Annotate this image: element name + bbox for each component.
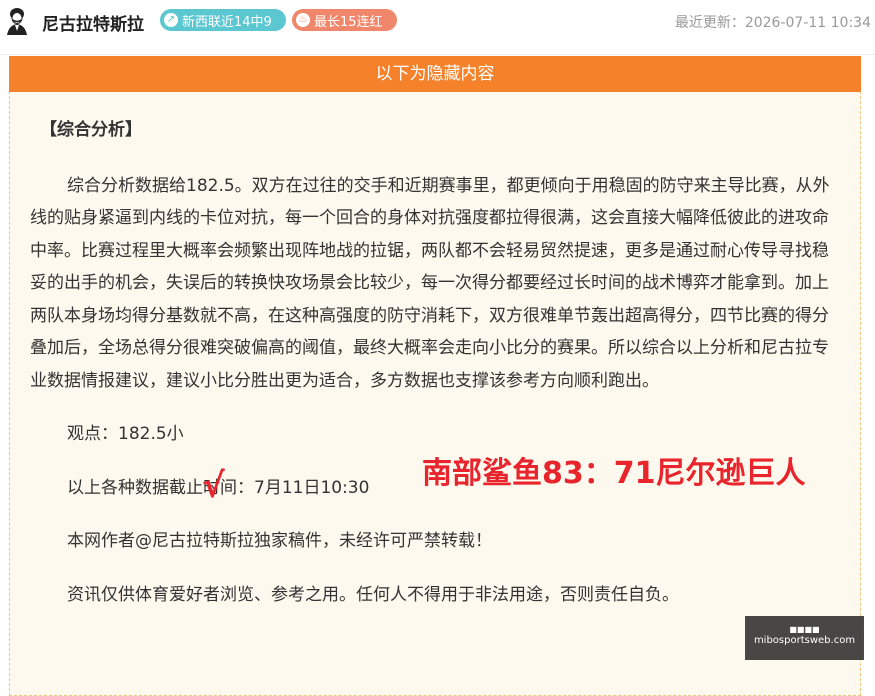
trend-up-icon: ↗ [164,13,178,27]
article-header: 尼古拉特斯拉 ↗ 新西联近14中9 ♨ 最长15连红 最近更新：2026-07-… [0,0,875,44]
disclaimer-text: 资讯仅供体育爱好者浏览、参考之用。任何人不得用于非法用途，否则责任自负。 [67,584,679,605]
watermark-line1: ■■■■ [789,625,820,634]
recent-record-text: 新西联近14中9 [182,14,272,30]
recent-record-badge: ↗ 新西联近14中9 [160,9,286,31]
flame-icon: ♨ [296,13,310,27]
match-result: 南部鲨鱼83：71尼尔逊巨人 [422,456,806,491]
site-watermark: ■■■■ mibosportsweb.com [745,616,864,660]
analysis-paragraph: 综合分析数据给182.5。双方在过往的交手和近期赛事里，都更倾向于用稳固的防守来… [30,175,830,391]
header-divider [0,54,875,55]
tesla-avatar-icon[interactable] [4,5,30,35]
update-time: 最近更新：2026-07-11 10:34 [674,15,871,31]
copyright-text: 本网作者@尼古拉特斯拉独家稿件，未经许可严禁转载！ [67,531,492,551]
streak-badge: ♨ 最长15连红 [292,9,397,31]
author-name[interactable]: 尼古拉特斯拉 [42,10,144,35]
streak-text: 最长15连红 [314,14,383,30]
viewpoint-text: 观点：182.5小 [67,424,184,444]
watermark-line2: mibosportsweb.com [753,635,856,646]
section-title: 【综合分析】 [40,120,142,140]
hidden-content-header: 以下为隐藏内容 [9,56,861,92]
hidden-content-body: 【综合分析】 综合分析数据给182.5。双方在过往的交手和近期赛事里，都更倾向于… [30,114,842,632]
check-mark: √ [202,466,225,506]
